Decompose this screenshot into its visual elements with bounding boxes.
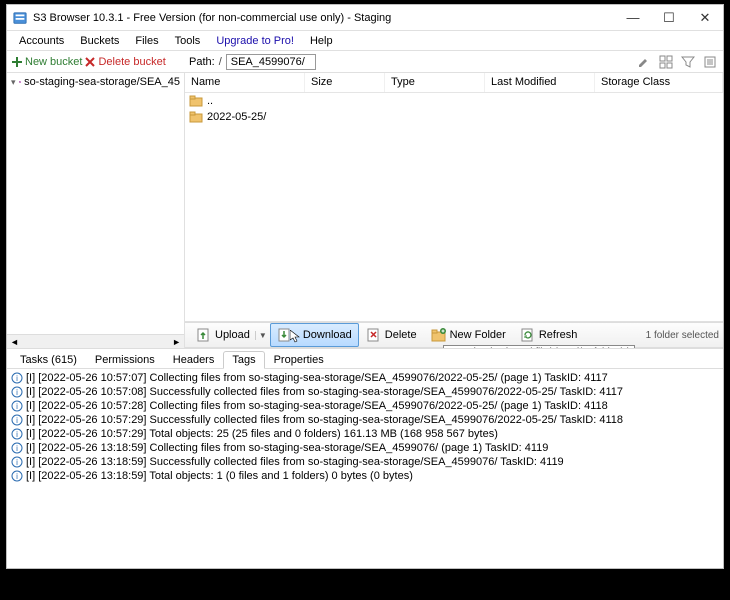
upload-icon [196, 327, 212, 343]
info-icon: i [11, 456, 23, 468]
new-folder-button[interactable]: New Folder [424, 324, 513, 346]
info-icon: i [11, 386, 23, 398]
menu-help[interactable]: Help [302, 33, 341, 49]
menu-upgrade[interactable]: Upgrade to Pro! [208, 33, 302, 49]
tab-tasks[interactable]: Tasks (615) [11, 351, 86, 368]
folder-up-icon [189, 95, 203, 107]
info-icon: i [11, 372, 23, 384]
bucket-tree: ▾ so-staging-sea-storage/SEA_45 ◄► [7, 73, 185, 348]
info-icon: i [11, 442, 23, 454]
bottom-panel: Tasks (615) Permissions Headers Tags Pro… [7, 348, 723, 568]
new-bucket-button[interactable]: New bucket [11, 56, 82, 68]
col-size[interactable]: Size [305, 73, 385, 92]
new-folder-icon [431, 327, 447, 343]
svg-text:i: i [16, 430, 18, 439]
log-row: i[I] [2022-05-26 13:18:59] Collecting fi… [11, 441, 719, 455]
maximize-button[interactable]: ☐ [657, 8, 681, 28]
delete-icon [366, 327, 382, 343]
refresh-button[interactable]: Refresh [513, 324, 585, 346]
file-name: 2022-05-25/ [207, 111, 266, 123]
menu-files[interactable]: Files [127, 33, 166, 49]
info-icon: i [11, 470, 23, 482]
filter-icon[interactable] [681, 55, 695, 69]
refresh-icon [520, 327, 536, 343]
new-folder-label: New Folder [450, 329, 506, 341]
menubar: Accounts Buckets Files Tools Upgrade to … [7, 31, 723, 51]
path-input[interactable] [226, 54, 316, 70]
bottom-tabs: Tasks (615) Permissions Headers Tags Pro… [7, 349, 723, 369]
action-bar: Upload ▼ Download Delete New Folder [185, 322, 723, 348]
col-mod[interactable]: Last Modified [485, 73, 595, 92]
app-icon [13, 11, 27, 25]
tree-item[interactable]: ▾ so-staging-sea-storage/SEA_45 [7, 75, 184, 89]
grid-icon[interactable] [659, 55, 673, 69]
svg-text:i: i [16, 472, 18, 481]
new-bucket-label: New bucket [25, 56, 82, 68]
x-icon [84, 56, 96, 68]
tab-permissions[interactable]: Permissions [86, 351, 164, 368]
edit-icon[interactable] [637, 55, 651, 69]
file-row-up[interactable]: .. [185, 93, 723, 109]
path-separator: / [219, 56, 222, 68]
bucket-icon [19, 76, 22, 88]
upload-label: Upload [215, 329, 250, 341]
download-label: Download [303, 329, 352, 341]
tab-tags[interactable]: Tags [223, 351, 264, 369]
tree-scrollbar[interactable]: ◄► [7, 334, 184, 348]
log-row: i[I] [2022-05-26 10:57:07] Collecting fi… [11, 371, 719, 385]
svg-text:i: i [16, 388, 18, 397]
delete-button[interactable]: Delete [359, 324, 424, 346]
folder-icon [189, 111, 203, 123]
log-row: i[I] [2022-05-26 10:57:08] Successfully … [11, 385, 719, 399]
window-title: S3 Browser 10.3.1 - Free Version (for no… [33, 12, 621, 24]
svg-text:i: i [16, 374, 18, 383]
log-row: i[I] [2022-05-26 13:18:59] Total objects… [11, 469, 719, 483]
selection-status: 1 folder selected [646, 330, 719, 341]
delete-bucket-button[interactable]: Delete bucket [84, 56, 165, 68]
app-window: S3 Browser 10.3.1 - Free Version (for no… [6, 4, 724, 569]
refresh-label: Refresh [539, 329, 578, 341]
tab-headers[interactable]: Headers [164, 351, 224, 368]
log-row: i[I] [2022-05-26 10:57:28] Collecting fi… [11, 399, 719, 413]
col-type[interactable]: Type [385, 73, 485, 92]
upload-dropdown-icon[interactable]: ▼ [255, 331, 263, 340]
log-panel: i[I] [2022-05-26 10:57:07] Collecting fi… [7, 369, 723, 568]
file-row[interactable]: 2022-05-25/ [185, 109, 723, 125]
log-row: i[I] [2022-05-26 13:18:59] Successfully … [11, 455, 719, 469]
close-button[interactable]: ✕ [693, 8, 717, 28]
log-row: i[I] [2022-05-26 10:57:29] Total objects… [11, 427, 719, 441]
path-bar: Path: / [185, 51, 631, 72]
svg-text:i: i [16, 402, 18, 411]
tree-item-label: so-staging-sea-storage/SEA_45 [24, 76, 180, 88]
tab-properties[interactable]: Properties [265, 351, 333, 368]
menu-tools[interactable]: Tools [167, 33, 209, 49]
settings-icon[interactable] [703, 55, 717, 69]
file-name: .. [207, 95, 213, 107]
plus-icon [11, 56, 23, 68]
cursor-icon [290, 330, 300, 344]
svg-text:i: i [16, 458, 18, 467]
menu-accounts[interactable]: Accounts [11, 33, 72, 49]
delete-label: Delete [385, 329, 417, 341]
minimize-button[interactable]: — [621, 8, 645, 28]
log-row: i[I] [2022-05-26 10:57:29] Successfully … [11, 413, 719, 427]
path-label: Path: [189, 56, 215, 68]
file-list-header: Name Size Type Last Modified Storage Cla… [185, 73, 723, 93]
file-list: Name Size Type Last Modified Storage Cla… [185, 73, 723, 322]
toolbar: New bucket Delete bucket Path: / [7, 51, 723, 73]
delete-bucket-label: Delete bucket [98, 56, 165, 68]
svg-text:i: i [16, 444, 18, 453]
titlebar: S3 Browser 10.3.1 - Free Version (for no… [7, 5, 723, 31]
info-icon: i [11, 400, 23, 412]
info-icon: i [11, 428, 23, 440]
menu-buckets[interactable]: Buckets [72, 33, 127, 49]
upload-button[interactable]: Upload ▼ [189, 324, 270, 346]
collapse-icon[interactable]: ▾ [11, 77, 16, 88]
download-tooltip: Download selected file(s) and/or folder(… [443, 345, 635, 348]
col-name[interactable]: Name [185, 73, 305, 92]
svg-text:i: i [16, 416, 18, 425]
col-stor[interactable]: Storage Class [595, 73, 723, 92]
info-icon: i [11, 414, 23, 426]
download-button[interactable]: Download [270, 323, 359, 347]
